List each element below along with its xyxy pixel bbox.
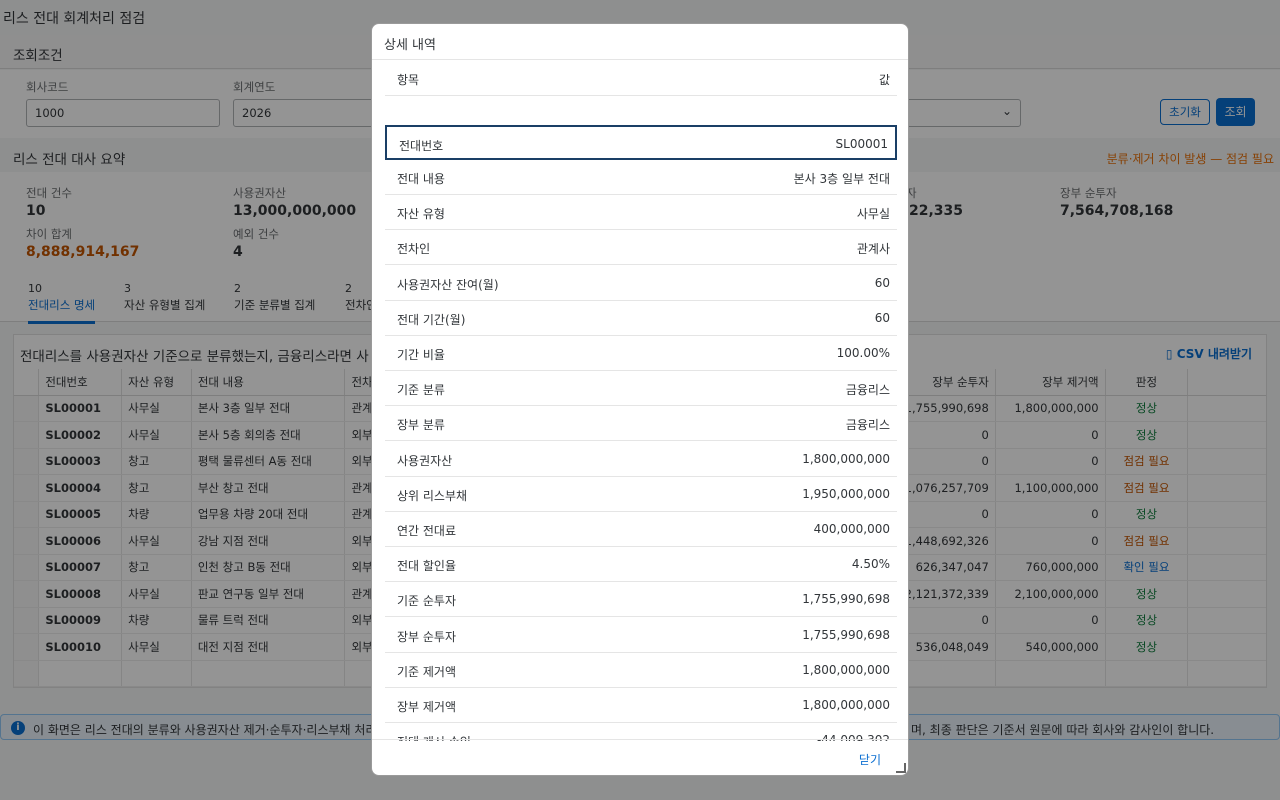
detail-key: 자산 유형 <box>397 207 445 222</box>
detail-value: 관계사 <box>856 242 890 257</box>
detail-key: 전대번호 <box>399 138 444 153</box>
detail-key: 장부 분류 <box>397 418 445 433</box>
detail-row[interactable]: 전대 내용 본사 3층 일부 전대 <box>385 160 897 195</box>
detail-key: 장부 제거액 <box>397 700 457 714</box>
detail-value: 1,755,990,698 <box>802 627 890 642</box>
detail-value: 본사 3층 일부 전대 <box>793 172 890 186</box>
detail-value: SL00001 <box>835 136 888 151</box>
detail-value: 60 <box>874 275 890 290</box>
header-key: 항목 <box>397 73 420 87</box>
detail-value: 1,755,990,698 <box>802 592 890 607</box>
detail-row[interactable]: 상위 리스부채 1,950,000,000 <box>385 477 897 512</box>
detail-row[interactable]: 사용권자산 잔여(월) 60 <box>385 266 897 301</box>
detail-row[interactable]: 전대 할인율 4.50% <box>385 547 897 583</box>
detail-key: 연간 전대료 <box>397 524 457 538</box>
detail-row[interactable]: 사용권자산 1,800,000,000 <box>385 442 897 477</box>
detail-key: 전대 기간(월) <box>397 312 466 327</box>
detail-dialog: 상세 내역 항목 값 전대번호 SL00001 전대 내용 본사 3층 일부 전대자산… <box>371 23 909 776</box>
resize-handle[interactable] <box>896 763 906 773</box>
detail-value: 400,000,000 <box>813 522 890 536</box>
detail-key: 사용권자산 <box>397 453 453 468</box>
detail-key: 기준 제거액 <box>397 664 457 679</box>
detail-row[interactable]: 전차인 관계사 <box>385 230 897 266</box>
detail-value: 1,800,000,000 <box>802 451 890 466</box>
dialog-title: 상세 내역 <box>372 24 908 60</box>
dialog-body: 항목 값 전대번호 SL00001 전대 내용 본사 3층 일부 전대자산 유형 사무실… <box>385 61 897 741</box>
detail-key: 기간 비율 <box>397 348 445 362</box>
detail-row[interactable]: 전대 기간(월) 60 <box>385 301 897 336</box>
dialog-footer: 닫기 <box>372 739 908 775</box>
detail-value: 1,800,000,000 <box>802 662 890 677</box>
detail-value: 금융리스 <box>845 383 890 398</box>
dialog-header-row: 항목 값 <box>385 61 897 96</box>
detail-value: 사무실 <box>856 207 890 222</box>
detail-key: 전대 내용 <box>397 172 445 186</box>
detail-value: 1,800,000,000 <box>802 698 890 712</box>
close-button[interactable]: 닫기 <box>859 751 881 768</box>
header-value: 값 <box>878 73 890 87</box>
detail-key: 상위 리스부채 <box>397 488 468 503</box>
detail-row[interactable]: 기간 비율 100.00% <box>385 336 897 371</box>
detail-row[interactable]: 기준 제거액 1,800,000,000 <box>385 653 897 688</box>
detail-value: 60 <box>874 310 890 325</box>
detail-row[interactable]: 기준 분류 금융리스 <box>385 371 897 407</box>
detail-row[interactable]: 장부 분류 금융리스 <box>385 406 897 442</box>
detail-row[interactable]: 장부 순투자 1,755,990,698 <box>385 618 897 653</box>
detail-key: 사용권자산 잔여(월) <box>397 277 499 292</box>
detail-key: 기준 분류 <box>397 383 445 398</box>
detail-value: 금융리스 <box>845 418 890 433</box>
detail-key: 기준 순투자 <box>397 594 457 609</box>
detail-value: 1,950,000,000 <box>802 486 890 501</box>
detail-row[interactable]: 장부 제거액 1,800,000,000 <box>385 688 897 723</box>
detail-row[interactable]: 자산 유형 사무실 <box>385 195 897 231</box>
detail-key: 장부 순투자 <box>397 629 457 644</box>
detail-value: 100.00% <box>836 346 890 360</box>
detail-value: 4.50% <box>851 557 890 572</box>
detail-key: 전대 할인율 <box>397 559 457 574</box>
detail-row[interactable]: 기준 순투자 1,755,990,698 <box>385 582 897 618</box>
detail-row[interactable]: 전대번호 SL00001 <box>385 124 897 160</box>
detail-key: 전차인 <box>397 242 431 257</box>
detail-row[interactable]: 연간 전대료 400,000,000 <box>385 512 897 547</box>
